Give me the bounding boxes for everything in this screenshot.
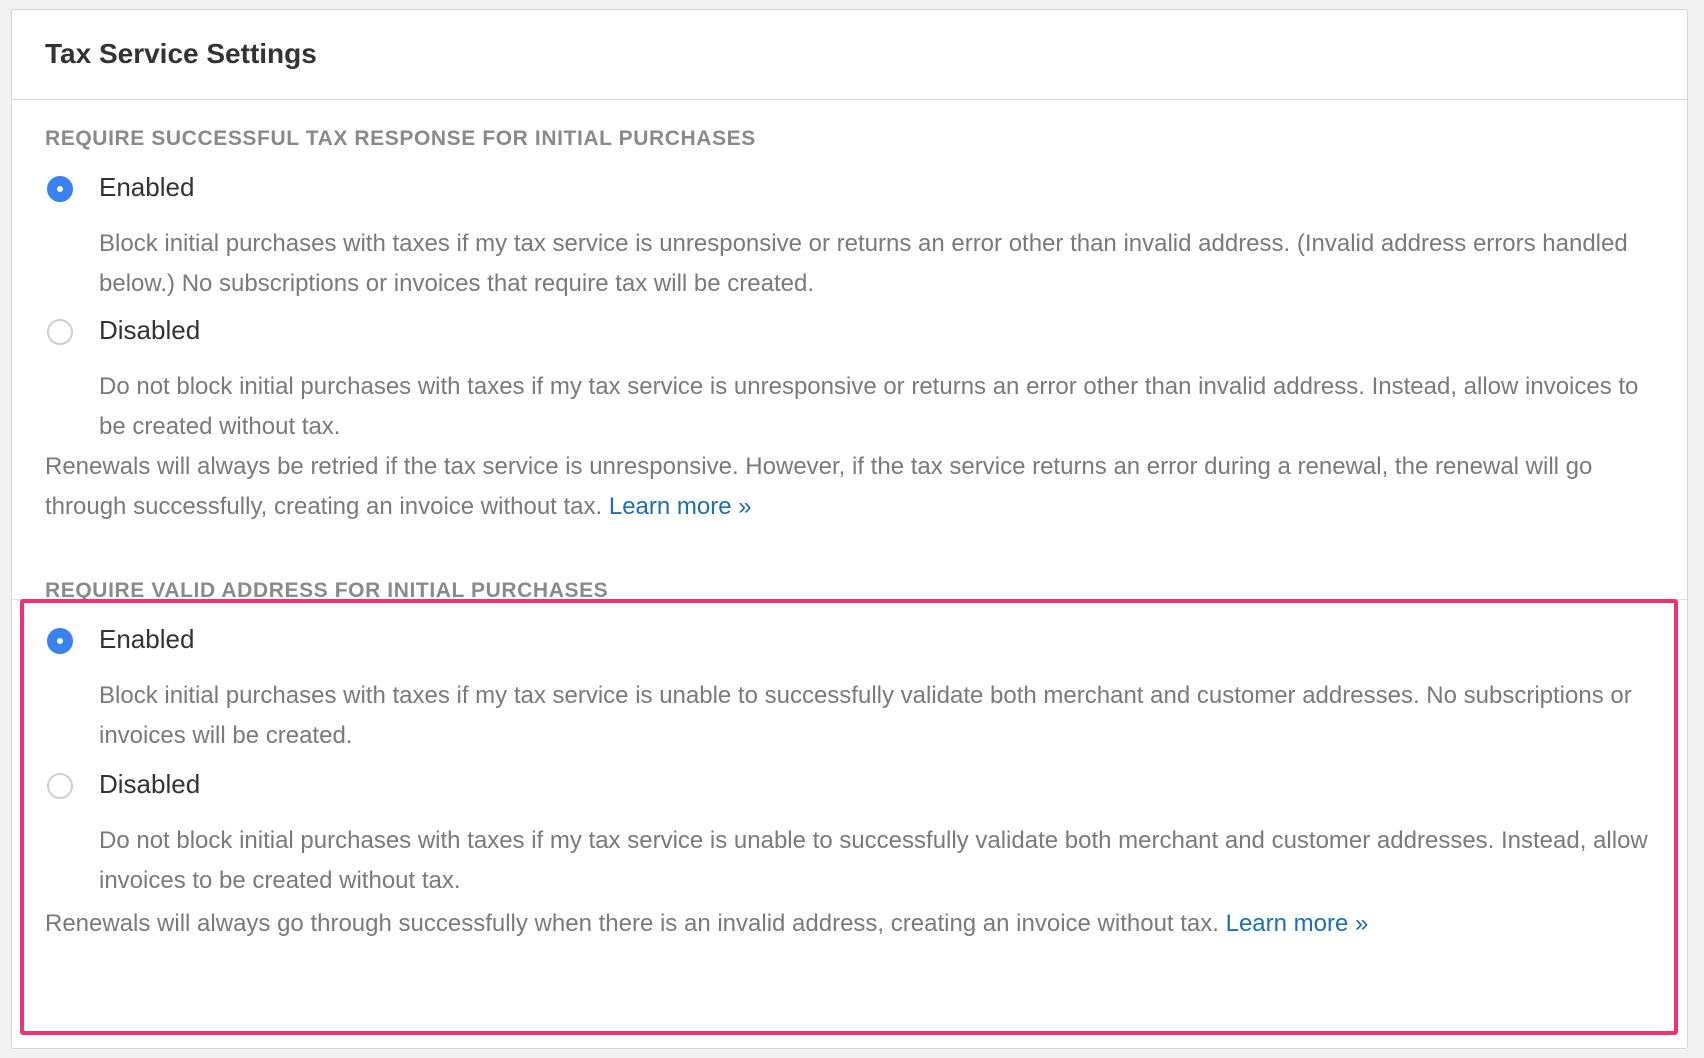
radio-unchecked-icon[interactable] xyxy=(47,319,73,345)
option-label[interactable]: Enabled xyxy=(99,624,194,655)
renewal-note-text: Renewals will always be retried if the t… xyxy=(45,453,1593,520)
option-description: Do not block initial purchases with taxe… xyxy=(99,373,1639,440)
renewal-note: Renewals will always go through successf… xyxy=(45,904,1627,944)
tax-service-settings-panel: Tax Service Settings REQUIRE SUCCESSFUL … xyxy=(11,9,1688,1049)
option-description: Do not block initial purchases with taxe… xyxy=(99,827,1648,894)
section-valid-address: REQUIRE VALID ADDRESS FOR INITIAL PURCHA… xyxy=(12,579,1687,1048)
renewal-note: Renewals will always be retried if the t… xyxy=(45,447,1627,527)
panel-header: Tax Service Settings xyxy=(12,10,1687,100)
option-label[interactable]: Disabled xyxy=(99,769,200,800)
renewal-note-text: Renewals will always go through successf… xyxy=(45,910,1219,937)
option-description: Block initial purchases with taxes if my… xyxy=(99,230,1628,297)
option-label[interactable]: Enabled xyxy=(99,172,194,203)
page-title: Tax Service Settings xyxy=(45,38,317,69)
option-description: Block initial purchases with taxes if my… xyxy=(99,682,1632,749)
learn-more-link[interactable]: Learn more » xyxy=(1226,910,1369,937)
radio-checked-icon[interactable] xyxy=(47,628,73,654)
option-label[interactable]: Disabled xyxy=(99,315,200,346)
section-label: REQUIRE SUCCESSFUL TAX RESPONSE FOR INIT… xyxy=(45,127,756,150)
radio-checked-icon[interactable] xyxy=(47,176,73,202)
section-tax-response: REQUIRE SUCCESSFUL TAX RESPONSE FOR INIT… xyxy=(12,100,1687,600)
radio-unchecked-icon[interactable] xyxy=(47,773,73,799)
section-label: REQUIRE VALID ADDRESS FOR INITIAL PURCHA… xyxy=(45,579,609,602)
learn-more-link[interactable]: Learn more » xyxy=(609,493,752,520)
